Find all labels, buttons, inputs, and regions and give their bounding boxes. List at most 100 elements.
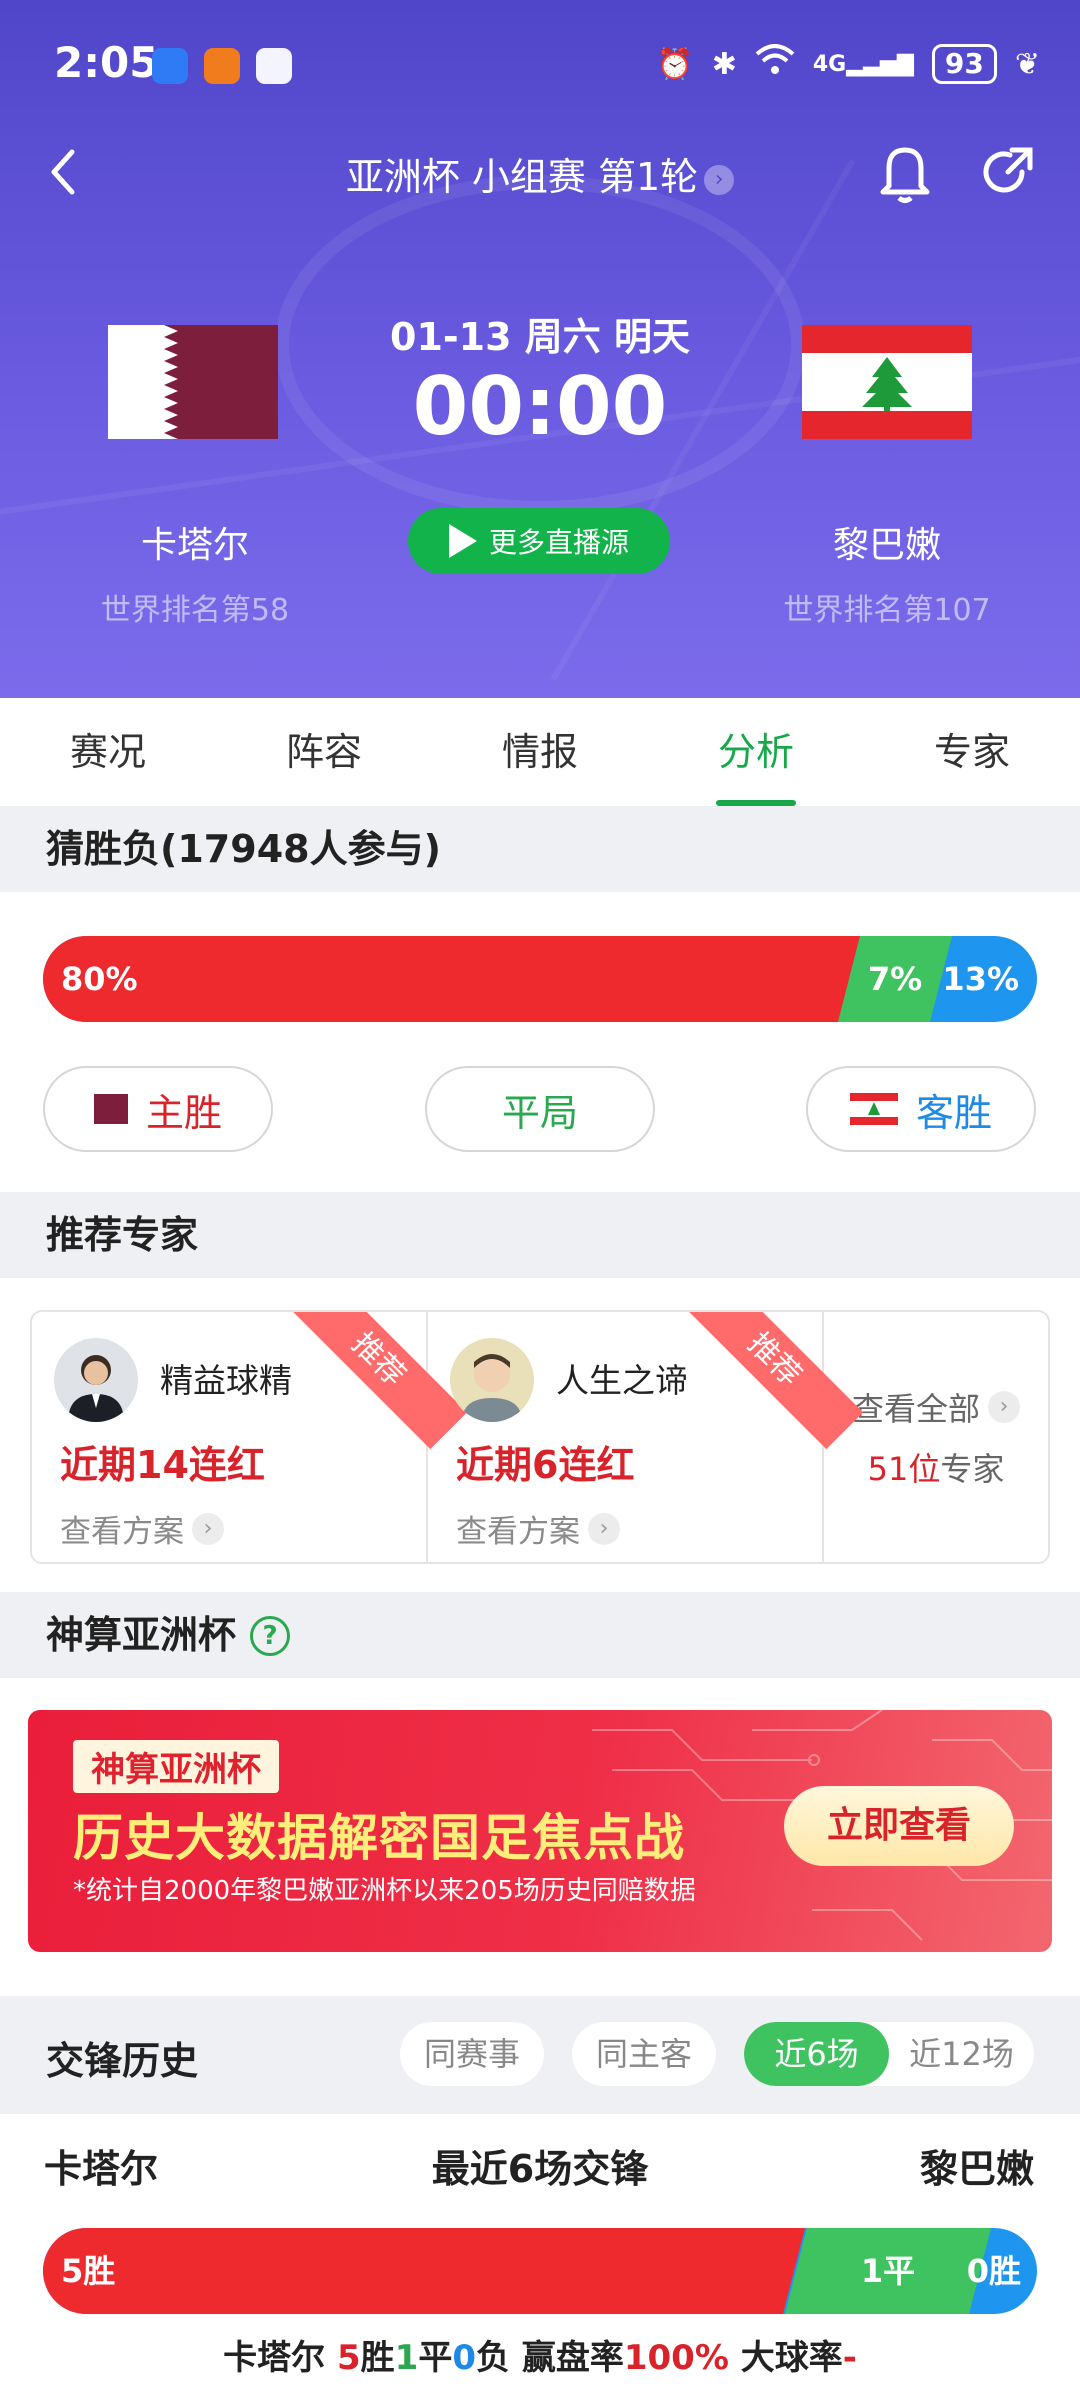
expert-card[interactable]: 人生之谛 近期6连红 查看方案 › 推荐 — [428, 1312, 864, 1562]
expert-streak: 近期14连红 — [60, 1443, 265, 1487]
tab-intel[interactable]: 情报 — [432, 698, 648, 806]
status-bar: 2:05 ⏰ ✱ 4G▂▃▅▇ 93 ❦ — [0, 0, 1080, 132]
match-time: 00:00 — [412, 360, 668, 453]
summary-over-label: 大球率 — [740, 2338, 843, 2378]
promo-section-title: 神算亚洲杯? — [0, 1592, 1080, 1678]
vote-section-title: 猜胜负(17948人参与) — [0, 806, 1080, 892]
range-toggle: 近6场 近12场 — [744, 2022, 1034, 2086]
away-team-name[interactable]: 黎巴嫩 — [737, 516, 1037, 568]
history-title: 交锋历史 — [46, 2039, 199, 2083]
tab-match-status[interactable]: 赛况 — [0, 698, 216, 806]
filter-same-competition[interactable]: 同赛事 — [400, 2022, 544, 2086]
chevron-right-icon: › — [192, 1512, 224, 1545]
summary-win-word: 胜 — [360, 2338, 395, 2378]
summary-draw-word: 平 — [418, 2338, 453, 2378]
summary-team: 卡塔尔 — [223, 2338, 326, 2378]
share-icon[interactable] — [978, 142, 1038, 202]
app-notification-icon — [204, 48, 240, 84]
history-header: 交锋历史 同赛事 同主客 近6场 近12场 — [0, 1996, 1080, 2114]
expert-list: 精益球精 近期14连红 查看方案 › 推荐 人生之谛 近期6连红 查看方案 › 推荐… — [30, 1310, 1050, 1564]
draw-pct: 7% — [867, 960, 923, 998]
expert-card[interactable]: 精益球精 近期14连红 查看方案 › 推荐 — [32, 1312, 468, 1562]
summary-loss-word: 负 — [476, 2338, 510, 2378]
live-button-label: 更多直播源 — [488, 526, 629, 559]
promo-section-label: 神算亚洲杯 — [46, 1613, 237, 1657]
tab-lineup[interactable]: 阵容 — [216, 698, 432, 806]
promo-title: 历史大数据解密国足焦点战 — [73, 1809, 685, 1867]
away-team-rank: 世界排名第107 — [783, 593, 991, 628]
home-team-name[interactable]: 卡塔尔 — [45, 516, 345, 568]
experts-section-title: 推荐专家 — [0, 1192, 1080, 1278]
home-win-pct: 80% — [61, 960, 138, 998]
vote-away-win-button[interactable]: 客胜 — [806, 1066, 1036, 1152]
summary-handicap-label: 赢盘率 — [521, 2338, 624, 2378]
view-plan-label: 查看方案 — [60, 1514, 184, 1550]
away-win-label: 客胜 — [915, 1090, 992, 1135]
qatar-flag-icon — [93, 1094, 128, 1124]
h2h-away-team: 黎巴嫩 — [919, 2147, 1034, 2191]
bell-icon[interactable] — [875, 140, 935, 204]
home-team-rank: 世界排名第58 — [100, 593, 290, 628]
draw-label: 平局 — [501, 1090, 578, 1135]
status-time: 2:05 — [54, 38, 159, 87]
expert-count: 51位专家 — [868, 1444, 1005, 1490]
view-plan-link[interactable]: 查看方案 › — [60, 1506, 224, 1551]
help-icon[interactable]: ? — [250, 1616, 291, 1656]
play-icon — [448, 524, 477, 558]
vote-home-win-button[interactable]: 主胜 — [43, 1066, 273, 1152]
signal-icon: 4G▂▃▅▇ — [812, 51, 914, 77]
chevron-right-icon: › — [588, 1512, 620, 1545]
tab-bar: 赛况 阵容 情报 分析 专家 — [0, 698, 1080, 806]
view-all-experts[interactable]: 查看全部 › 51位专家 — [824, 1312, 1048, 1562]
tab-analysis[interactable]: 分析 — [648, 698, 864, 806]
summary-handicap-value: 100% — [623, 2338, 729, 2378]
avatar — [54, 1338, 138, 1422]
wifi-icon — [755, 44, 795, 84]
summary-over-value: - — [842, 2338, 857, 2378]
filter-same-home-away[interactable]: 同主客 — [572, 2022, 716, 2086]
vote-result-bar: 80% 7% 13% — [43, 936, 1037, 1022]
avatar — [450, 1338, 534, 1422]
range-last-12[interactable]: 近12场 — [889, 2022, 1034, 2086]
h2h-title: 最近6场交锋 — [431, 2147, 649, 2191]
expert-name: 精益球精 — [160, 1361, 292, 1400]
promo-subtitle: *统计自2000年黎巴嫩亚洲杯以来205场历史同赔数据 — [73, 1876, 696, 1906]
promo-tag: 神算亚洲杯 — [73, 1740, 279, 1793]
lebanon-flag-icon — [849, 1093, 898, 1125]
summary-draws: 1 — [394, 2338, 419, 2378]
view-plan-link[interactable]: 查看方案 › — [456, 1506, 620, 1551]
nav-bar: 亚洲杯 小组赛 第1轮 › — [0, 132, 1080, 212]
home-win-label: 主胜 — [145, 1090, 222, 1135]
more-live-sources-button[interactable]: 更多直播源 — [408, 508, 670, 574]
chevron-right-icon: › — [988, 1391, 1020, 1423]
away-win-pct: 13% — [942, 960, 1019, 998]
app-notification-icon — [256, 48, 292, 84]
expert-streak: 近期6连红 — [456, 1443, 635, 1487]
match-header: 2:05 ⏰ ✱ 4G▂▃▅▇ 93 ❦ 亚洲杯 小组赛 第1轮 › 01-13… — [0, 0, 1080, 698]
promo-banner[interactable]: 神算亚洲杯 历史大数据解密国足焦点战 *统计自2000年黎巴嫩亚洲杯以来205场… — [28, 1710, 1052, 1952]
h2h-losses-segment: 0胜 — [966, 2252, 1021, 2290]
expert-name: 人生之谛 — [556, 1361, 688, 1400]
view-all-link[interactable]: 查看全部 › — [852, 1384, 1020, 1430]
summary-wins: 5 — [336, 2338, 361, 2378]
match-round-title: 亚洲杯 小组赛 第1轮 — [345, 155, 699, 199]
h2h-result-bar: 5胜 1平 0胜 — [43, 2228, 1037, 2314]
system-icons: ⏰ ✱ 4G▂▃▅▇ 93 ❦ — [656, 44, 1040, 84]
network-type: 4G — [812, 51, 847, 77]
battery-indicator: 93 — [931, 44, 997, 84]
app-notification-icon — [152, 48, 188, 84]
range-last-6[interactable]: 近6场 — [744, 2022, 889, 2086]
vote-draw-button[interactable]: 平局 — [425, 1066, 655, 1152]
alarm-icon: ⏰ — [656, 46, 694, 82]
view-all-label: 查看全部 — [851, 1390, 980, 1428]
chevron-right-icon: › — [704, 165, 735, 195]
expert-count-suffix: 专家 — [940, 1450, 1005, 1488]
tab-experts[interactable]: 专家 — [864, 698, 1080, 806]
match-date: 01-13 周六 明天 — [390, 315, 690, 359]
summary-losses: 0 — [452, 2338, 476, 2378]
expert-count-number: 51位 — [867, 1450, 941, 1488]
h2h-draws-segment: 1平 — [785, 2228, 991, 2314]
view-now-button[interactable]: 立即查看 — [784, 1786, 1014, 1866]
h2h-wins-segment: 5胜 — [43, 2228, 805, 2314]
h2h-teams-row: 卡塔尔 最近6场交锋 黎巴嫩 — [0, 2138, 1080, 2198]
